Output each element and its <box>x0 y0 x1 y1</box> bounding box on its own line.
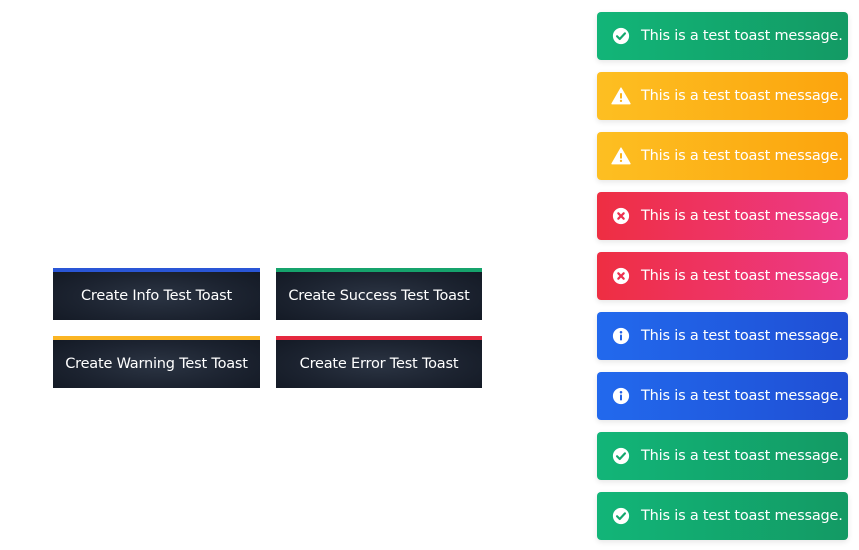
toast-success[interactable]: This is a test toast message. <box>597 432 848 480</box>
toast-message: This is a test toast message. <box>641 28 843 44</box>
button-accent-bar <box>53 336 260 340</box>
toast-demo-page: Create Info Test Toast Create Success Te… <box>0 0 859 550</box>
button-label: Create Warning Test Toast <box>65 356 248 372</box>
toast-message: This is a test toast message. <box>641 208 843 224</box>
button-label: Create Error Test Toast <box>299 356 459 372</box>
toast-info[interactable]: This is a test toast message. <box>597 372 848 420</box>
button-accent-bar <box>53 268 260 272</box>
toast-warning[interactable]: This is a test toast message. <box>597 72 848 120</box>
warning-triangle-icon <box>611 146 631 166</box>
create-warning-toast-button[interactable]: Create Warning Test Toast <box>53 336 260 388</box>
warning-triangle-icon <box>611 86 631 106</box>
toast-message: This is a test toast message. <box>641 328 843 344</box>
toast-message: This is a test toast message. <box>641 268 843 284</box>
check-circle-icon <box>611 506 631 526</box>
toast-error[interactable]: This is a test toast message. <box>597 252 848 300</box>
check-circle-icon <box>611 26 631 46</box>
button-accent-bar <box>276 336 482 340</box>
check-circle-icon <box>611 446 631 466</box>
toast-trigger-buttons: Create Info Test Toast Create Success Te… <box>53 268 482 388</box>
toast-message: This is a test toast message. <box>641 148 843 164</box>
toast-success[interactable]: This is a test toast message. <box>597 492 848 540</box>
button-accent-bar <box>276 268 482 272</box>
create-success-toast-button[interactable]: Create Success Test Toast <box>276 268 482 320</box>
toast-message: This is a test toast message. <box>641 388 843 404</box>
toast-success[interactable]: This is a test toast message. <box>597 12 848 60</box>
toast-message: This is a test toast message. <box>641 448 843 464</box>
x-circle-icon <box>611 266 631 286</box>
toast-error[interactable]: This is a test toast message. <box>597 192 848 240</box>
toast-stack: This is a test toast message. This is a … <box>597 12 848 550</box>
create-error-toast-button[interactable]: Create Error Test Toast <box>276 336 482 388</box>
create-info-toast-button[interactable]: Create Info Test Toast <box>53 268 260 320</box>
button-label: Create Info Test Toast <box>81 288 232 304</box>
toast-warning[interactable]: This is a test toast message. <box>597 132 848 180</box>
toast-message: This is a test toast message. <box>641 88 843 104</box>
toast-info[interactable]: This is a test toast message. <box>597 312 848 360</box>
button-label: Create Success Test Toast <box>288 288 470 304</box>
info-circle-icon <box>611 326 631 346</box>
info-circle-icon <box>611 386 631 406</box>
x-circle-icon <box>611 206 631 226</box>
toast-message: This is a test toast message. <box>641 508 843 524</box>
